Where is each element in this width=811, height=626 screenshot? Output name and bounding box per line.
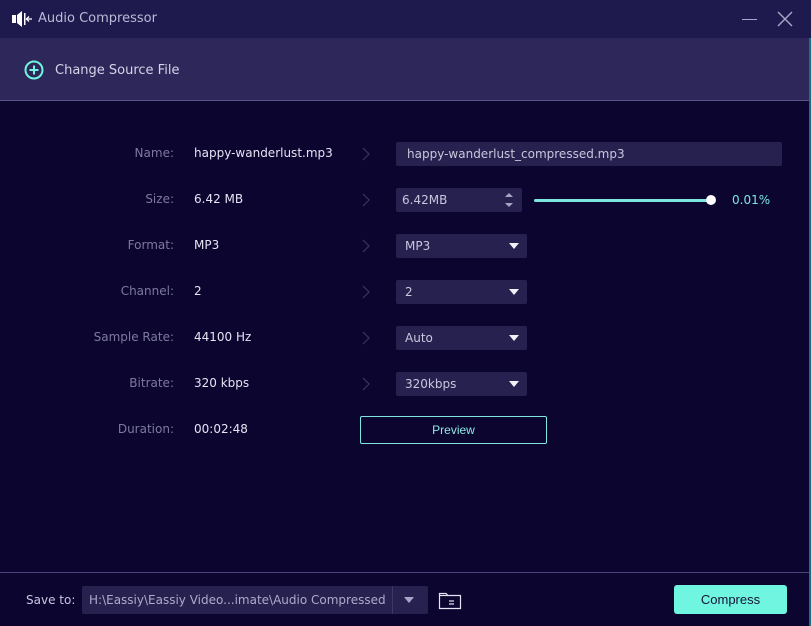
compress-button[interactable]: Compress: [674, 585, 787, 614]
minimize-button[interactable]: [738, 10, 760, 28]
window-title: Audio Compressor: [38, 11, 157, 26]
channel-dropdown[interactable]: 2: [396, 280, 527, 304]
duration-label: Duration:: [117, 422, 174, 436]
open-folder-button[interactable]: [438, 590, 462, 610]
caret-down-icon: [509, 243, 519, 249]
toolbar: Change Source File: [0, 38, 809, 101]
footer-divider: [0, 572, 809, 573]
bitrate-row: Bitrate: 320 kbps 320kbps: [0, 372, 811, 396]
chevron-right-icon: [362, 331, 370, 345]
size-slider-handle[interactable]: [706, 195, 716, 205]
audio-compressor-window: Audio Compressor Change Source File Name…: [0, 0, 811, 626]
source-format-value: MP3: [194, 238, 220, 252]
caret-down-icon: [509, 335, 519, 341]
source-bitrate-value: 320 kbps: [194, 376, 250, 390]
change-source-file-button[interactable]: Change Source File: [24, 60, 179, 80]
channel-selected: 2: [405, 285, 413, 299]
save-path-dropdown[interactable]: H:\Eassiy\Eassiy Video...imate\Audio Com…: [82, 586, 428, 614]
sample-rate-row: Sample Rate: 44100 Hz Auto: [0, 326, 811, 350]
plus-circle-icon: [24, 60, 44, 80]
output-size-stepper[interactable]: 6.42MB: [396, 188, 522, 212]
speaker-compress-icon: [12, 11, 32, 27]
title-bar: Audio Compressor: [0, 0, 811, 38]
bitrate-selected: 320kbps: [405, 377, 457, 391]
change-source-file-label: Change Source File: [55, 62, 180, 78]
save-path-value: H:\Eassiy\Eassiy Video...imate\Audio Com…: [89, 593, 386, 607]
format-selected: MP3: [405, 239, 431, 253]
caret-down-icon: [509, 289, 519, 295]
sample-rate-selected: Auto: [405, 331, 433, 345]
channel-label: Channel:: [120, 284, 174, 298]
channel-row: Channel: 2 2: [0, 280, 811, 304]
sample-rate-label: Sample Rate:: [93, 330, 174, 344]
sample-rate-dropdown[interactable]: Auto: [396, 326, 527, 350]
caret-down-icon: [509, 381, 519, 387]
output-name-input[interactable]: happy-wanderlust_compressed.mp3: [396, 142, 782, 166]
bitrate-label: Bitrate:: [129, 376, 174, 390]
chevron-right-icon: [362, 193, 370, 207]
output-size-value: 6.42MB: [402, 193, 448, 207]
size-row: Size: 6.42 MB 6.42MB 0.01%: [0, 188, 811, 212]
chevron-right-icon: [362, 239, 370, 253]
size-percent: 0.01%: [732, 193, 771, 207]
close-button[interactable]: [774, 8, 796, 30]
chevron-right-icon: [362, 147, 370, 161]
format-dropdown[interactable]: MP3: [396, 234, 527, 258]
size-slider[interactable]: [534, 195, 716, 205]
chevron-right-icon: [362, 285, 370, 299]
close-icon: [777, 11, 793, 27]
caret-down-icon[interactable]: [404, 597, 414, 603]
name-label: Name:: [134, 146, 174, 160]
stepper-arrows-icon[interactable]: [504, 191, 514, 209]
format-label: Format:: [127, 238, 174, 252]
name-row: Name: happy-wanderlust.mp3 happy-wanderl…: [0, 142, 811, 166]
duration-row: Duration: 00:02:48 Preview: [0, 416, 811, 444]
source-name-value: happy-wanderlust.mp3: [194, 146, 333, 160]
bitrate-dropdown[interactable]: 320kbps: [396, 372, 527, 396]
size-label: Size:: [145, 192, 174, 206]
source-size-value: 6.42 MB: [194, 192, 244, 206]
preview-button[interactable]: Preview: [360, 416, 547, 444]
duration-value: 00:02:48: [194, 422, 248, 436]
chevron-right-icon: [362, 377, 370, 391]
source-channel-value: 2: [194, 284, 202, 298]
save-path-separator: [392, 586, 393, 614]
source-sample-rate-value: 44100 Hz: [194, 330, 252, 344]
format-row: Format: MP3 MP3: [0, 234, 811, 258]
save-to-label: Save to:: [26, 593, 76, 607]
folder-icon: [438, 592, 462, 610]
